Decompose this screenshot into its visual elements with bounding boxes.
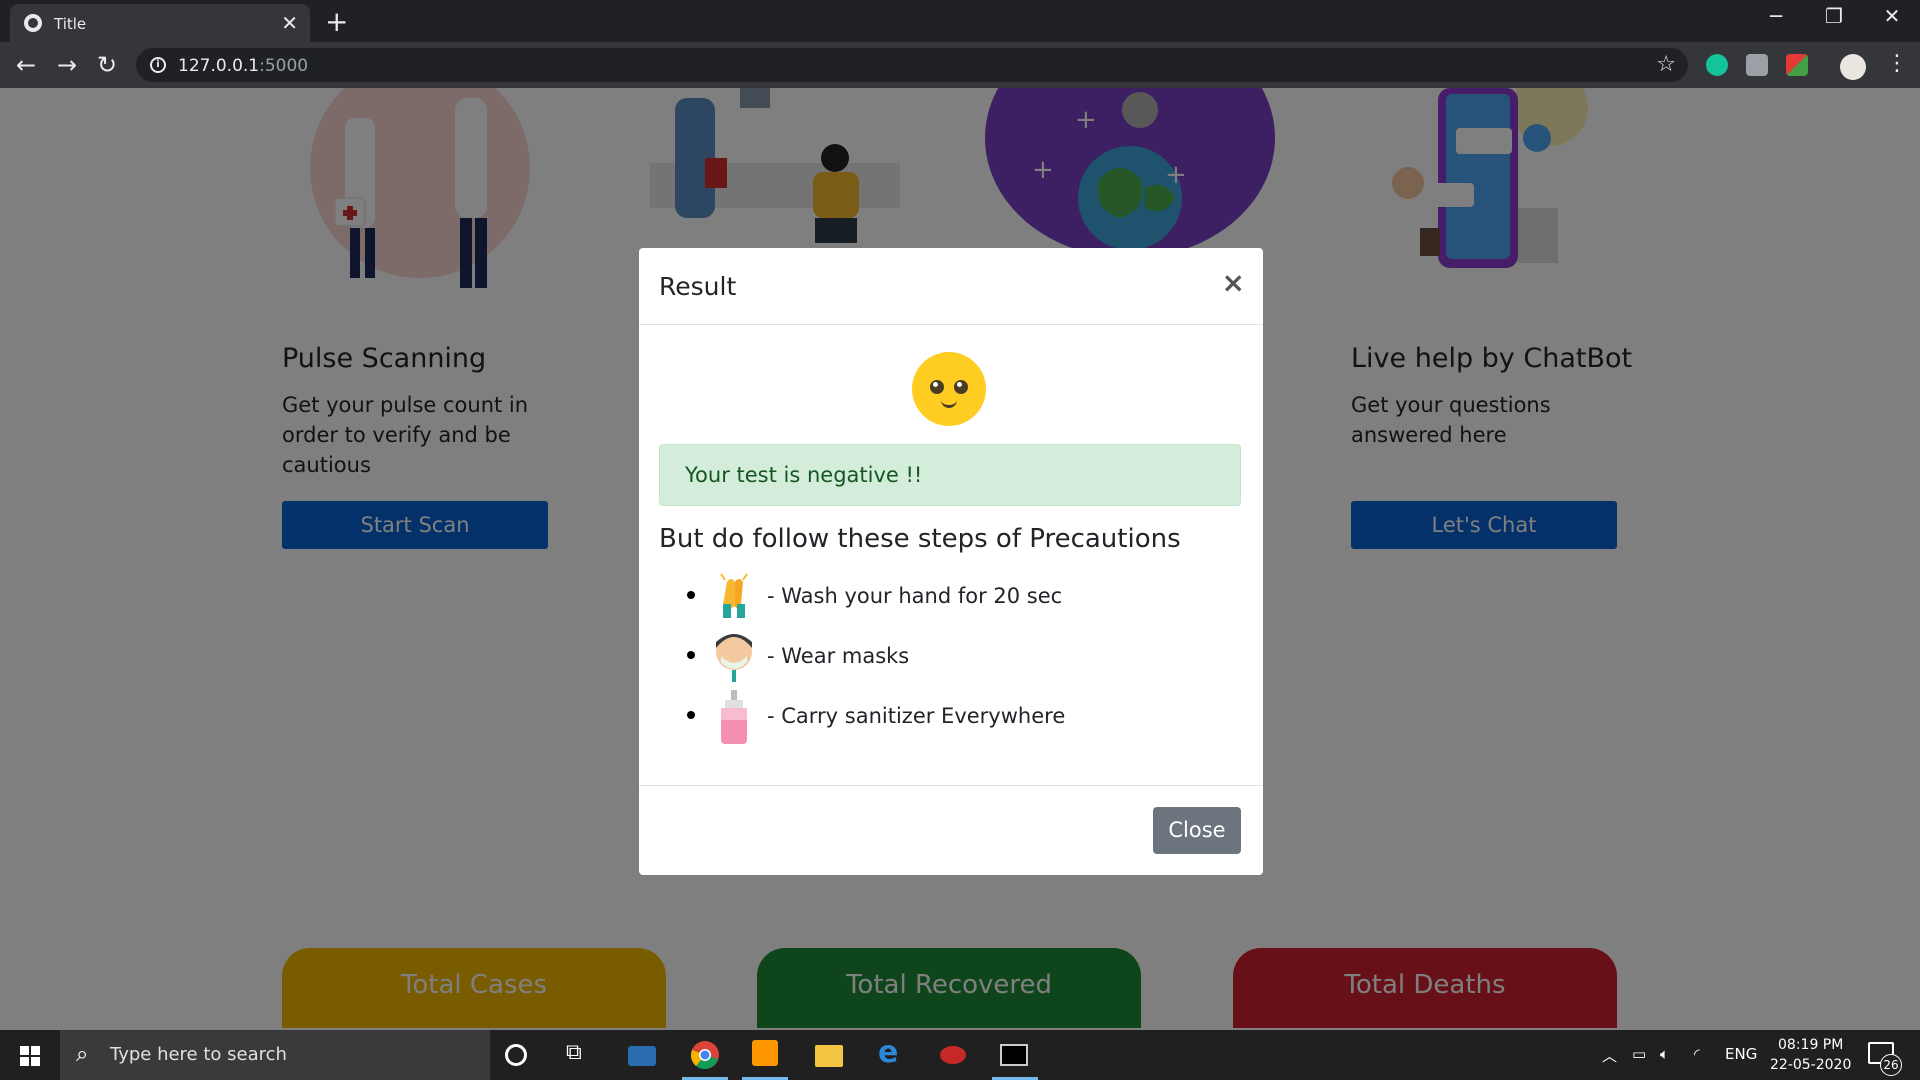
grammarly-extension-icon[interactable]: [1706, 54, 1728, 76]
precautions-heading: But do follow these steps of Precautions: [659, 524, 1181, 554]
smiley-icon: [912, 352, 986, 426]
sanitizer-icon: [721, 690, 747, 744]
show-hidden-icons[interactable]: ︿: [1602, 1045, 1617, 1066]
taskbar-clock[interactable]: 08:19 PM 22-05-2020: [1770, 1035, 1851, 1075]
modal-title: Result: [659, 272, 737, 301]
page-content: + + + Pulse Scanning Get your pulse coun…: [0, 88, 1920, 1030]
back-icon[interactable]: ←: [10, 49, 42, 81]
restore-icon[interactable]: ❐: [1814, 4, 1854, 28]
modal-footer-divider: [639, 785, 1263, 786]
result-alert: Your test is negative !!: [659, 444, 1241, 506]
edge-icon[interactable]: e: [878, 1035, 908, 1070]
modal-header: Result ×: [639, 248, 1263, 325]
globe-icon: [24, 14, 42, 32]
modal-close-icon[interactable]: ×: [1222, 266, 1245, 299]
url-port: :5000: [259, 56, 309, 76]
chrome-icon[interactable]: [690, 1040, 720, 1070]
chrome-menu-icon[interactable]: ⋮: [1886, 51, 1908, 76]
info-icon[interactable]: i: [150, 57, 166, 73]
bullet: [687, 651, 695, 659]
clock-date: 22-05-2020: [1770, 1057, 1852, 1073]
bullet: [687, 711, 695, 719]
tab-strip: Title ✕ + ─ ❐ ✕: [0, 0, 1920, 42]
extension-icon[interactable]: [1746, 54, 1768, 76]
handwash-icon: [720, 573, 748, 618]
minimize-icon[interactable]: ─: [1756, 4, 1796, 28]
search-placeholder: Type here to search: [110, 1044, 287, 1065]
bullet: [687, 591, 695, 599]
notification-count: 26: [1880, 1054, 1902, 1076]
battery-icon[interactable]: ▭: [1632, 1045, 1646, 1063]
search-icon: ⌕: [76, 1042, 89, 1067]
result-modal: Result × Your test is negative !! But do…: [639, 248, 1263, 875]
windows-start-icon[interactable]: [20, 1046, 40, 1066]
clock-time: 08:19 PM: [1778, 1037, 1844, 1053]
browser-toolbar: ← → ↻ i 127.0.0.1:5000 ☆ ⋮: [0, 42, 1920, 88]
bookmark-star-icon[interactable]: ☆: [1656, 52, 1676, 77]
url-host: 127.0.0.1: [178, 56, 260, 76]
list-item: - Wear masks: [687, 626, 1227, 686]
browser-tab[interactable]: Title ✕: [10, 4, 310, 42]
sublime-text-icon[interactable]: [752, 1040, 778, 1066]
tab-title: Title: [54, 15, 87, 33]
window-close-icon[interactable]: ✕: [1872, 4, 1912, 28]
list-item: - Wash your hand for 20 sec: [687, 566, 1227, 626]
language-indicator[interactable]: ENG: [1725, 1045, 1757, 1063]
step-text: - Carry sanitizer Everywhere: [767, 704, 1066, 728]
list-item: - Carry sanitizer Everywhere: [687, 686, 1227, 746]
taskbar-search-box[interactable]: ⌕ Type here to search: [60, 1030, 490, 1080]
cortana-icon[interactable]: [505, 1044, 527, 1066]
close-button[interactable]: Close: [1153, 807, 1241, 854]
step-text: - Wear masks: [767, 644, 910, 668]
volume-icon[interactable]: 🔈︎: [1660, 1045, 1669, 1063]
app-icon[interactable]: [628, 1046, 656, 1066]
reload-icon[interactable]: ↻: [91, 49, 123, 81]
step-text: - Wash your hand for 20 sec: [767, 584, 1063, 608]
windows-taskbar: ⌕ Type here to search ⧉ e ︿ ▭ 🔈︎ ◜ ENG 0…: [0, 1030, 1920, 1080]
address-bar[interactable]: i 127.0.0.1:5000 ☆: [136, 48, 1688, 82]
game-app-icon[interactable]: [940, 1046, 966, 1064]
wifi-icon[interactable]: ◜: [1694, 1045, 1700, 1063]
color-extension-icon[interactable]: [1786, 54, 1808, 76]
file-explorer-icon[interactable]: [815, 1045, 843, 1067]
terminal-icon[interactable]: [1000, 1044, 1028, 1066]
tab-close-icon[interactable]: ✕: [281, 11, 298, 35]
mask-icon: [716, 634, 752, 682]
forward-icon[interactable]: →: [51, 49, 83, 81]
url-text: 127.0.0.1:5000: [178, 56, 308, 76]
task-view-icon[interactable]: ⧉: [566, 1040, 596, 1070]
new-tab-button[interactable]: +: [325, 5, 348, 38]
profile-avatar[interactable]: [1840, 54, 1866, 80]
